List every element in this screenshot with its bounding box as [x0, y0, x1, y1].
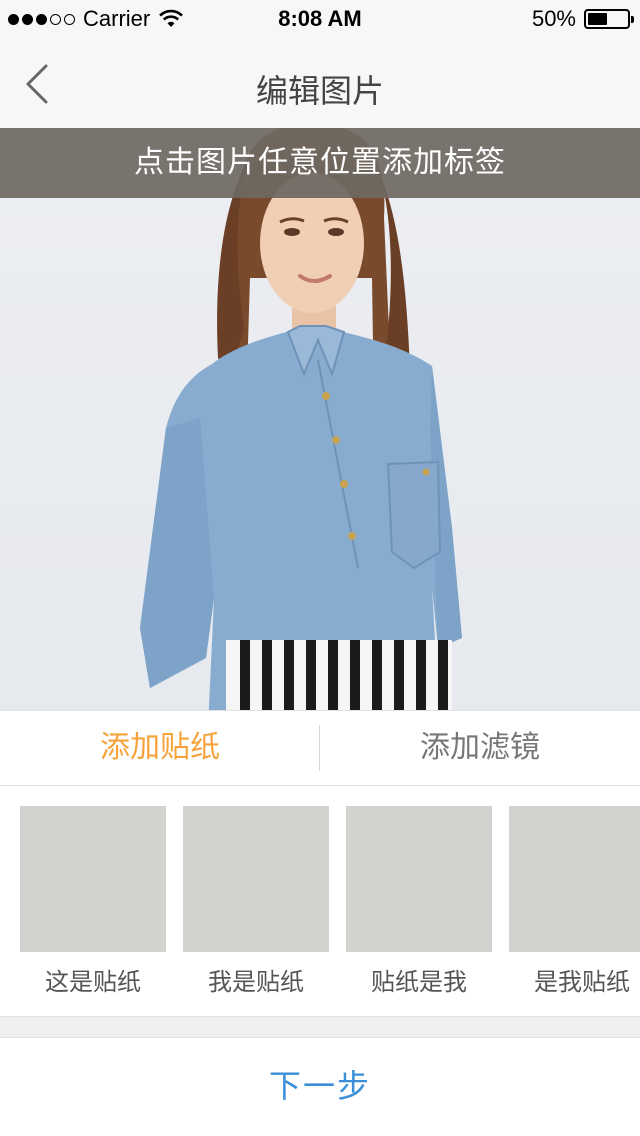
section-separator [0, 1016, 640, 1038]
nav-bar: 编辑图片 [0, 40, 640, 128]
tab-add-filters[interactable]: 添加滤镜 [320, 711, 640, 785]
sticker-list[interactable]: 这是贴纸 我是贴纸 贴纸是我 是我贴纸 [0, 786, 640, 1016]
next-step-button[interactable]: 下一步 [0, 1038, 640, 1136]
sticker-label: 这是贴纸 [45, 968, 141, 996]
sticker-label: 是我贴纸 [534, 968, 630, 996]
tag-tip-banner: 点击图片任意位置添加标签 [0, 128, 640, 198]
sticker-item[interactable]: 我是贴纸 [183, 806, 329, 997]
sticker-item[interactable]: 贴纸是我 [346, 806, 492, 997]
battery-level-fill [588, 13, 607, 25]
striped-skirt [226, 640, 452, 710]
edit-mode-tabs: 添加贴纸 添加滤镜 [0, 710, 640, 786]
page-title: 编辑图片 [255, 72, 384, 110]
sticker-label: 贴纸是我 [371, 968, 467, 996]
battery-icon [584, 9, 634, 29]
tab-add-stickers[interactable]: 添加贴纸 [0, 711, 320, 785]
sticker-thumbnail [346, 806, 492, 952]
sticker-item[interactable]: 是我贴纸 [509, 806, 640, 997]
model-photo [140, 128, 462, 710]
sticker-item[interactable]: 这是贴纸 [20, 806, 166, 997]
battery-percent: 50% [531, 6, 576, 31]
status-right: 50% [531, 6, 634, 32]
sticker-label: 我是贴纸 [208, 968, 304, 996]
battery-tip [631, 16, 634, 23]
sticker-thumbnail [509, 806, 640, 952]
sticker-thumbnail [20, 806, 166, 952]
status-bar: Carrier 8:08 AM 50% [0, 0, 640, 40]
photo-canvas[interactable]: 点击图片任意位置添加标签 [0, 128, 640, 710]
sticker-thumbnail [183, 806, 329, 952]
